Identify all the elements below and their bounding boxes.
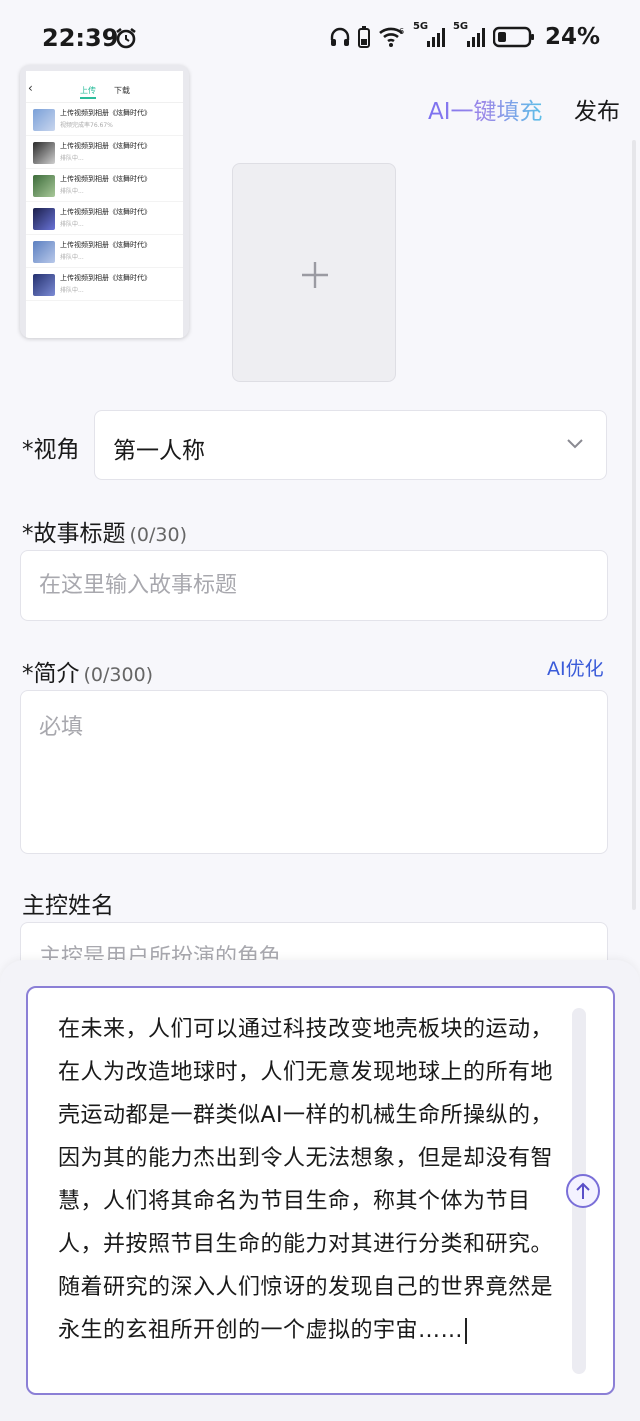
back-icon: ‹ [28,81,33,95]
story-title-label: *故事标题 (0/30) [22,514,187,548]
row-title: 上传视频到相册《炫舞时代》 [60,142,151,150]
perspective-select[interactable]: 第一人称 [94,410,607,480]
intro-input[interactable] [21,691,607,853]
row-title: 上传视频到相册《炫舞时代》 [60,208,151,216]
intro-field[interactable] [20,690,608,854]
headphones-icon [329,26,351,48]
thumbnail-tab-download: 下载 [114,86,130,95]
video-thumbnail [33,175,55,197]
thumbnail-row: 上传视频到相册《炫舞时代》 排队中... [26,202,183,235]
row-status: 排队中... [60,287,84,294]
row-status: 排队中... [60,221,84,228]
add-image-button[interactable] [232,163,396,382]
svg-text:6: 6 [399,27,404,36]
row-title: 上传视频到相册《炫舞时代》 [60,175,151,183]
network-label: 5G [452,21,469,32]
publish-button[interactable]: 发布 [574,92,620,126]
thumbnail-row: 上传视频到相册《炫舞时代》 排队中... [26,169,183,202]
ai-optimize-button[interactable]: AI优化 [547,654,604,681]
thumbnail-row: 上传视频到相册《炫舞时代》 排队中... [26,235,183,268]
status-time: 22:39 [42,24,119,52]
story-text-content: 在未来，人们可以通过科技改变地壳板块的运动，在人为改造地球时，人们无意发现地球上… [58,1017,554,1343]
story-input-text[interactable]: 在未来，人们可以通过科技改变地壳板块的运动，在人为改造地球时，人们无意发现地球上… [58,1008,568,1352]
story-input-box[interactable]: 在未来，人们可以通过科技改变地壳板块的运动，在人为改造地球时，人们无意发现地球上… [26,986,615,1395]
protagonist-label: 主控姓名 [22,893,114,919]
row-title: 上传视频到相册《炫舞时代》 [60,274,151,282]
send-button[interactable] [566,1174,600,1208]
status-icons: 6 5G 5G 24% [329,21,600,50]
wifi-icon: 6 [377,25,407,49]
arrow-up-icon [576,1182,590,1199]
story-title-input[interactable] [21,551,607,620]
video-thumbnail [33,109,55,131]
screenshot-thumbnail[interactable]: ‹ 上传 下载 上传视频到相册《炫舞时代》 视频完成率76.67% 上传视频到相… [20,65,189,338]
intro-label: *简介 (0/300) [22,654,153,688]
chevron-down-icon [567,439,583,449]
text-caret [465,1318,468,1344]
ai-fill-button[interactable]: AI一键填充 [428,92,543,126]
video-thumbnail [33,274,55,296]
signal-icon: 5G [413,21,447,49]
thumbnail-row: 上传视频到相册《炫舞时代》 视频完成率76.67% [26,103,183,136]
row-status: 排队中... [60,188,84,195]
video-thumbnail [33,208,55,230]
row-title: 上传视频到相册《炫舞时代》 [60,109,151,117]
video-thumbnail [33,142,55,164]
battery-icon [492,25,535,49]
network-label: 5G [412,21,429,32]
row-status: 排队中... [60,254,84,261]
thumbnail-content: ‹ 上传 下载 上传视频到相册《炫舞时代》 视频完成率76.67% 上传视频到相… [26,71,183,338]
story-title-count: (0/30) [129,524,188,546]
thumbnail-row: 上传视频到相册《炫舞时代》 排队中... [26,268,183,301]
row-title: 上传视频到相册《炫舞时代》 [60,241,151,249]
story-title-field[interactable] [20,550,608,621]
plus-icon [302,262,328,288]
perspective-label: *视角 [22,437,80,463]
thumbnail-nav: ‹ 上传 下载 [26,71,183,103]
row-status: 视频完成率76.67% [60,122,113,129]
signal-icon: 5G [453,21,487,49]
perspective-value: 第一人称 [113,438,205,464]
intro-count: (0/300) [83,664,154,686]
video-thumbnail [33,241,55,263]
phone-battery-icon [357,25,371,49]
page-scrollbar[interactable] [632,140,636,910]
alarm-icon [114,26,138,54]
story-title-label-text: *故事标题 [22,521,126,547]
thumbnail-tab-upload: 上传 [80,86,96,99]
battery-percentage: 24% [544,24,600,50]
intro-label-text: *简介 [22,661,80,687]
thumbnail-row: 上传视频到相册《炫舞时代》 排队中... [26,136,183,169]
row-status: 排队中... [60,155,84,162]
